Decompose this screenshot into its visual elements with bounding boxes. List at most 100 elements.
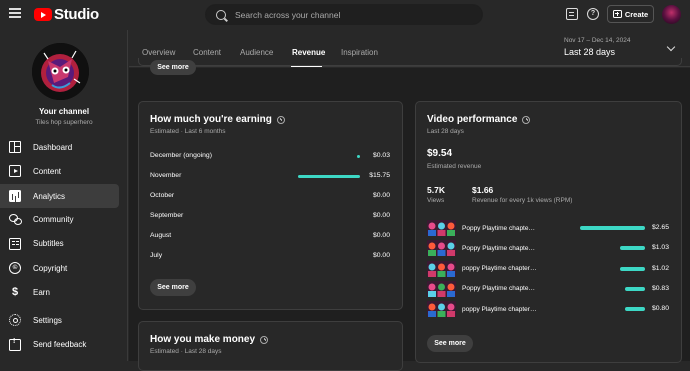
video-thumbnail xyxy=(427,281,456,297)
earning-value: $0.00 xyxy=(372,252,390,259)
video-thumbnail xyxy=(427,261,456,277)
settings-icon xyxy=(9,314,21,326)
tab-content[interactable]: Content xyxy=(193,48,221,57)
sidebar-item-label: Content xyxy=(33,166,62,176)
date-range-text: Nov 17 – Dec 14, 2024 xyxy=(564,37,631,44)
studio-logo[interactable]: Studio xyxy=(34,6,99,23)
month-label: July xyxy=(150,252,163,259)
see-more-button[interactable]: See more xyxy=(150,279,196,296)
month-label: December (ongoing) xyxy=(150,152,212,159)
earning-card-subtitle: Estimated · Last 6 months xyxy=(150,128,226,135)
community-icon xyxy=(9,213,22,225)
video-revenue-value: $2.65 xyxy=(651,223,669,231)
earning-row: July $0.00 xyxy=(150,252,390,264)
earning-row: December (ongoing) $0.03 xyxy=(150,152,390,164)
earning-value: $0.00 xyxy=(372,212,390,219)
account-avatar[interactable] xyxy=(662,5,681,24)
sidebar-item-earn[interactable]: $ Earn xyxy=(0,280,119,304)
make-money-card xyxy=(138,321,403,371)
earning-value: $0.03 xyxy=(372,152,390,159)
youtube-logo-icon xyxy=(34,8,52,21)
subtitles-shortcut-icon[interactable] xyxy=(566,8,578,20)
video-title: poppy Playtime chapter 3 - Sonic ... xyxy=(462,264,537,272)
sidebar-item-settings[interactable]: Settings xyxy=(0,308,119,332)
previous-card xyxy=(138,58,682,66)
video-row[interactable]: Poppy Playtime chapter 3 🤍 All S... $2.6… xyxy=(427,220,669,236)
dashboard-icon xyxy=(9,141,21,153)
sidebar-item-label: Settings xyxy=(33,315,62,325)
earning-row: August $0.00 xyxy=(150,232,390,244)
video-performance-title-text: Video performance xyxy=(427,114,518,125)
info-icon[interactable] xyxy=(276,115,285,124)
make-money-card-title: How you make money xyxy=(150,334,269,345)
sidebar-item-label: Analytics xyxy=(33,191,66,201)
video-title: Poppy Playtime chapter 3 🤍 Risi... xyxy=(462,244,537,252)
video-row[interactable]: poppy Playtime chapter 3 - Sonic ... $1.… xyxy=(427,261,669,277)
video-revenue-bar xyxy=(619,246,645,250)
video-row[interactable]: poppy Playtime chapter 3 🤍 Risin... $0.8… xyxy=(427,301,669,317)
sidebar-item-dashboard[interactable]: Dashboard xyxy=(0,135,119,159)
sidebar-item-analytics[interactable]: Analytics xyxy=(0,184,119,208)
video-revenue-value: $0.83 xyxy=(651,284,669,292)
create-button[interactable]: Create xyxy=(607,5,654,23)
feedback-icon xyxy=(9,338,21,351)
sidebar-item-label: Send feedback xyxy=(33,339,87,349)
sidebar-item-community[interactable]: Community xyxy=(0,207,119,231)
video-title: Poppy Playtime chapter 3 - Sonic ... xyxy=(462,284,537,292)
tab-revenue[interactable]: Revenue xyxy=(292,48,325,57)
sidebar-item-label: Earn xyxy=(33,287,50,297)
see-more-button[interactable]: See more xyxy=(427,335,473,352)
sidebar-item-send-feedback[interactable]: Send feedback xyxy=(0,332,119,356)
earning-card-title: How much you're earning xyxy=(150,114,285,125)
create-video-icon xyxy=(612,10,622,18)
channel-avatar[interactable] xyxy=(32,43,89,100)
sidebar-item-copyright[interactable]: © Copyright xyxy=(0,256,119,280)
video-row[interactable]: Poppy Playtime chapter 3 🤍 Risi... $1.03 xyxy=(427,240,669,256)
sidebar-item-subtitles[interactable]: Subtitles xyxy=(0,231,119,255)
search-input[interactable] xyxy=(235,9,475,20)
menu-icon[interactable] xyxy=(9,8,21,18)
info-icon[interactable] xyxy=(260,335,269,344)
earning-bar xyxy=(356,154,360,158)
make-money-card-subtitle: Estimated · Last 28 days xyxy=(150,348,222,355)
month-label: November xyxy=(150,172,182,179)
video-performance-subtitle: Last 28 days xyxy=(427,128,464,135)
earning-value: $0.00 xyxy=(372,192,390,199)
video-title: poppy Playtime chapter 3 🤍 Risin... xyxy=(462,305,537,313)
video-revenue-bar xyxy=(625,307,645,311)
tab-overview[interactable]: Overview xyxy=(142,48,175,57)
rpm-value: $1.66 xyxy=(472,185,494,195)
month-label: September xyxy=(150,212,184,219)
sidebar-item-content[interactable]: Content xyxy=(0,159,119,183)
earning-value: $0.00 xyxy=(372,232,390,239)
tab-inspiration[interactable]: Inspiration xyxy=(341,48,378,57)
month-label: October xyxy=(150,192,175,199)
search-bar[interactable] xyxy=(205,4,483,25)
video-revenue-bar xyxy=(580,226,645,230)
subtitles-icon xyxy=(9,238,21,250)
content-icon xyxy=(9,165,21,177)
earn-icon: $ xyxy=(11,286,19,298)
video-revenue-bar xyxy=(619,267,645,271)
earning-title-text: How much you're earning xyxy=(150,114,272,125)
earning-row: October $0.00 xyxy=(150,192,390,204)
channel-name: Tiles hop superhero xyxy=(35,119,93,126)
video-thumbnail xyxy=(427,240,456,256)
video-row[interactable]: Poppy Playtime chapter 3 - Sonic ... $0.… xyxy=(427,281,669,297)
info-icon[interactable] xyxy=(522,115,531,124)
help-icon[interactable]: ? xyxy=(587,8,599,20)
video-revenue-value: $1.03 xyxy=(651,243,669,251)
copyright-icon: © xyxy=(9,262,21,274)
video-thumbnail xyxy=(427,301,456,317)
sidebar-item-label: Subtitles xyxy=(33,238,64,248)
rpm-label: Revenue for every 1k views (RPM) xyxy=(472,197,573,204)
date-range-picker[interactable]: Last 28 days xyxy=(564,47,615,57)
estimated-revenue-label: Estimated revenue xyxy=(427,163,482,170)
channel-title: Your channel xyxy=(38,107,90,116)
see-more-button[interactable]: See more xyxy=(150,60,196,75)
tab-audience[interactable]: Audience xyxy=(240,48,273,57)
sidebar-item-label: Community xyxy=(33,214,74,224)
sidebar: Your channel Tiles hop superhero Dashboa… xyxy=(0,30,128,361)
views-value: 5.7K xyxy=(427,185,445,195)
video-revenue-value: $1.02 xyxy=(651,264,669,272)
